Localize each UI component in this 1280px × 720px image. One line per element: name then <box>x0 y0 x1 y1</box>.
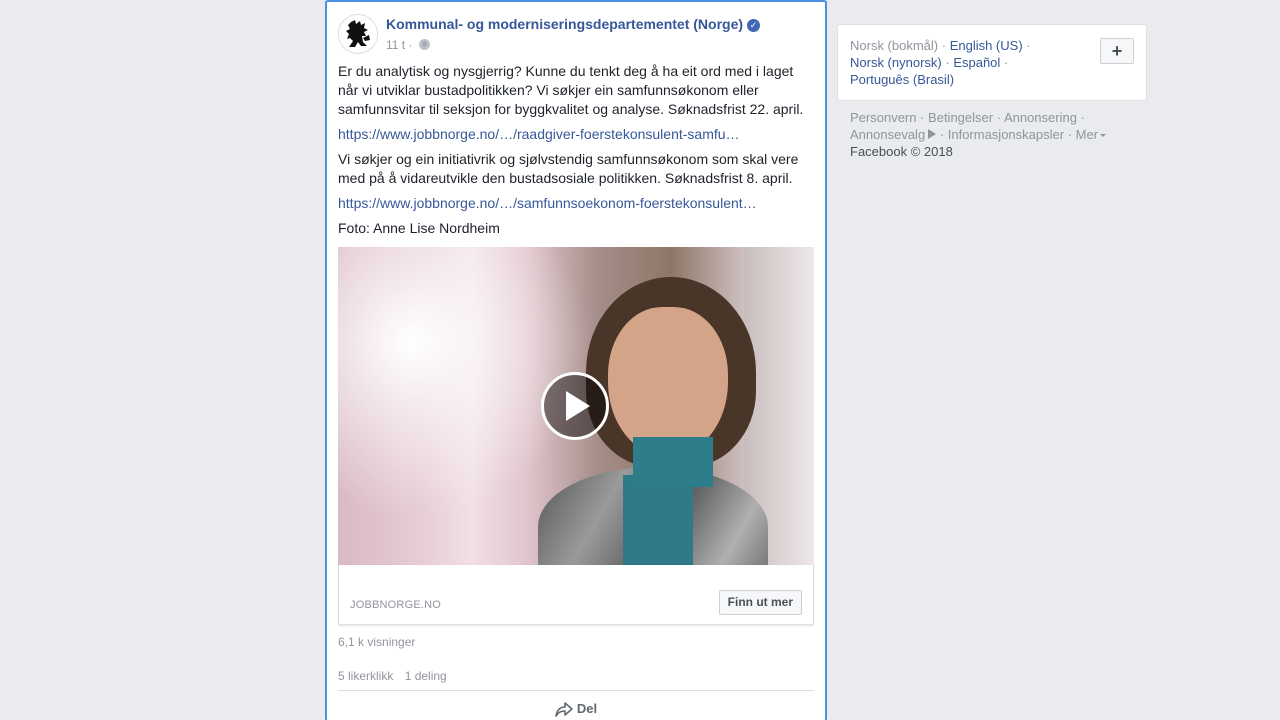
person-sweater <box>623 475 693 565</box>
learn-more-button[interactable]: Finn ut mer <box>718 590 802 615</box>
post-paragraph: Er du analytisk og nysgjerrig? Kunne du … <box>338 63 804 117</box>
copyright: Facebook © 2018 <box>850 144 953 159</box>
footer-link-privacy[interactable]: Personvern <box>850 110 916 125</box>
post-body: Er du analytisk og nysgjerrig? Kunne du … <box>338 62 816 244</box>
video-thumbnail[interactable] <box>338 247 814 565</box>
share-label: Del <box>576 701 598 716</box>
language-selector: Norsk (bokmål) · English (US) · Norsk (n… <box>837 24 1147 101</box>
feed-post: Kommunal- og moderniseringsdepartementet… <box>325 0 827 720</box>
page-footer: Personvern · Betingelser · Annonsering ·… <box>850 109 1140 160</box>
post-meta: 11 t · <box>386 38 430 52</box>
page-name-text[interactable]: Kommunal- og moderniseringsdepartementet… <box>386 16 743 32</box>
like-count[interactable]: 5 likerklikk <box>338 669 393 683</box>
play-icon <box>566 391 590 421</box>
footer-link-ad-choices[interactable]: Annonsevalg <box>850 127 937 142</box>
link-card[interactable]: JOBBNORGE.NO Finn ut mer <box>338 565 814 625</box>
footer-link-advertising[interactable]: Annonsering <box>1004 110 1077 125</box>
footer-link-cookies[interactable]: Informasjonskapsler <box>948 127 1064 142</box>
footer-link-terms[interactable]: Betingelser <box>928 110 993 125</box>
footer-link-more[interactable]: Mer <box>1076 127 1107 142</box>
job-link[interactable]: https://www.jobbnorge.no/…/samfunnsoekon… <box>338 194 816 213</box>
engagement-stats: 5 likerklikk 1 deling <box>338 669 455 683</box>
post-time[interactable]: 11 t <box>386 38 405 52</box>
lion-crest-icon <box>346 20 370 47</box>
share-count[interactable]: 1 deling <box>405 669 447 683</box>
view-count: 6,1 k visninger <box>338 635 416 649</box>
globe-icon[interactable] <box>418 39 430 50</box>
language-option[interactable]: Norsk (nynorsk) <box>850 55 942 70</box>
current-language: Norsk (bokmål) <box>850 38 939 53</box>
language-option[interactable]: Español <box>953 55 1000 70</box>
share-button[interactable]: Del <box>327 701 825 717</box>
language-list: Norsk (bokmål) · English (US) · Norsk (n… <box>850 38 1031 87</box>
language-option[interactable]: Português (Brasil) <box>850 72 954 87</box>
language-option[interactable]: English (US) <box>950 38 1023 53</box>
page-avatar[interactable] <box>338 14 378 54</box>
job-link[interactable]: https://www.jobbnorge.no/…/raadgiver-foe… <box>338 125 816 144</box>
share-arrow-icon <box>555 702 573 717</box>
link-domain: JOBBNORGE.NO <box>350 599 442 611</box>
ad-choices-icon <box>928 129 937 139</box>
play-button[interactable] <box>541 372 609 440</box>
post-paragraph: Vi søkjer og ein initiativrik og sjølvst… <box>338 151 799 186</box>
person-neck <box>633 437 713 487</box>
photo-credit: Foto: Anne Lise Nordheim <box>338 220 500 236</box>
divider <box>338 690 814 691</box>
verified-badge-icon: ✓ <box>747 19 761 32</box>
add-language-button[interactable]: + <box>1100 38 1134 64</box>
post-header: Kommunal- og moderniseringsdepartementet… <box>338 14 808 56</box>
plus-icon: + <box>1111 40 1123 61</box>
person-face <box>608 307 728 457</box>
page-name-link[interactable]: Kommunal- og moderniseringsdepartementet… <box>386 16 761 32</box>
caret-down-icon <box>1100 134 1107 137</box>
